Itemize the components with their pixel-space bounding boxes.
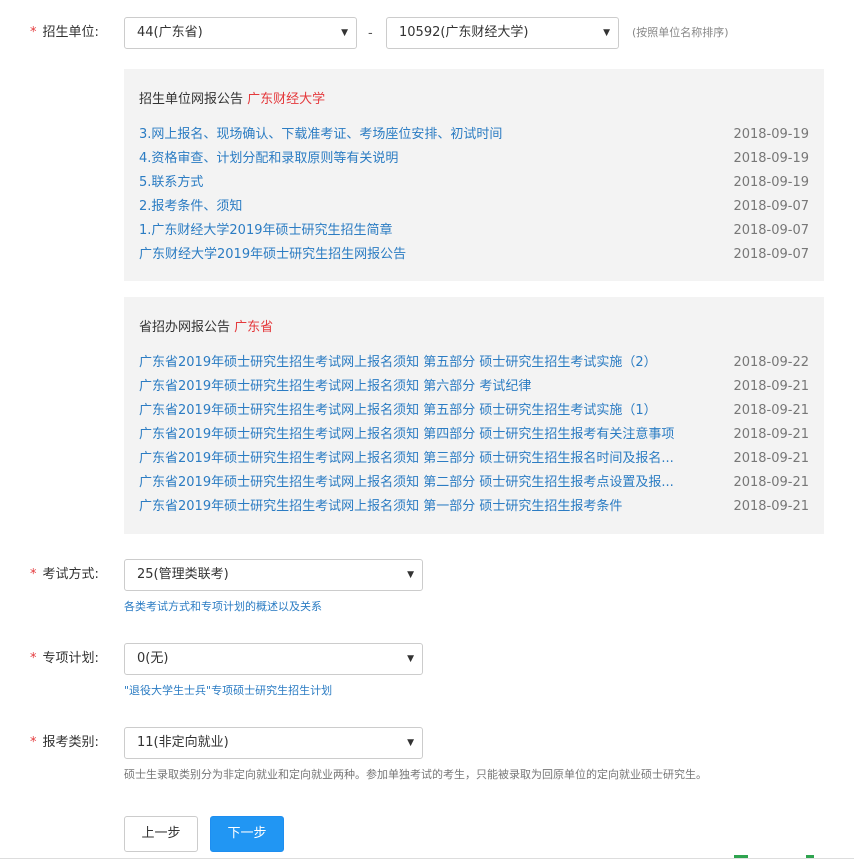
announcement-item: 广东财经大学2019年硕士研究生招生网报公告 2018-09-07 bbox=[139, 243, 809, 267]
announcement-link[interactable]: 广东省2019年硕士研究生招生考试网上报名须知 第六部分 考试纪律 bbox=[139, 375, 717, 399]
announcement-date: 2018-09-22 bbox=[733, 355, 809, 370]
chevron-down-icon: ▼ bbox=[407, 738, 414, 748]
announcement-item: 3.网上报名、现场确认、下载准考证、考场座位安排、初试时间 2018-09-19 bbox=[139, 123, 809, 147]
announcement-date: 2018-09-07 bbox=[733, 223, 809, 238]
panel-title: 省招办网报公告 广东省 bbox=[139, 320, 274, 335]
province-announcement-panel: 省招办网报公告 广东省 广东省2019年硕士研究生招生考试网上报名须知 第五部分… bbox=[124, 297, 824, 534]
announcement-link[interactable]: 广东省2019年硕士研究生招生考试网上报名须知 第三部分 硕士研究生招生报名时间… bbox=[139, 447, 717, 471]
announcement-date: 2018-09-21 bbox=[733, 403, 809, 418]
announcement-item: 4.资格审查、计划分配和录取原则等有关说明 2018-09-19 bbox=[139, 147, 809, 171]
announcement-item: 广东省2019年硕士研究生招生考试网上报名须知 第三部分 硕士研究生招生报名时间… bbox=[139, 447, 809, 471]
province-select[interactable]: 44(广东省) ▼ bbox=[124, 17, 357, 49]
announcement-date: 2018-09-21 bbox=[733, 427, 809, 442]
footer-divider bbox=[0, 858, 854, 859]
footer-marker bbox=[806, 855, 814, 858]
announcement-link[interactable]: 1.广东财经大学2019年硕士研究生招生简章 bbox=[139, 219, 717, 243]
announcement-link[interactable]: 5.联系方式 bbox=[139, 171, 717, 195]
range-dash: - bbox=[368, 26, 373, 41]
required-mark: * bbox=[30, 735, 37, 750]
chevron-down-icon: ▼ bbox=[407, 654, 414, 664]
announcement-date: 2018-09-19 bbox=[733, 127, 809, 142]
announcement-link[interactable]: 广东省2019年硕士研究生招生考试网上报名须知 第五部分 硕士研究生招生考试实施… bbox=[139, 399, 717, 423]
announcement-link[interactable]: 广东省2019年硕士研究生招生考试网上报名须知 第一部分 硕士研究生招生报考条件 bbox=[139, 495, 717, 519]
chevron-down-icon: ▼ bbox=[341, 28, 348, 38]
panel-title: 招生单位网报公告 广东财经大学 bbox=[139, 92, 326, 107]
category-label: * 报考类别: bbox=[30, 735, 99, 750]
announcement-date: 2018-09-07 bbox=[733, 199, 809, 214]
announcement-item: 广东省2019年硕士研究生招生考试网上报名须知 第一部分 硕士研究生招生报考条件… bbox=[139, 495, 809, 519]
special-plan-label: * 专项计划: bbox=[30, 651, 99, 666]
unit-label: * 招生单位: bbox=[30, 25, 99, 40]
footer-marker bbox=[734, 855, 748, 858]
prev-step-button[interactable]: 上一步 bbox=[124, 816, 198, 852]
announcement-link[interactable]: 广东财经大学2019年硕士研究生招生网报公告 bbox=[139, 243, 717, 267]
announcement-item: 1.广东财经大学2019年硕士研究生招生简章 2018-09-07 bbox=[139, 219, 809, 243]
announcement-date: 2018-09-07 bbox=[733, 247, 809, 262]
panel-title-accent: 广东省 bbox=[234, 320, 274, 335]
announcement-date: 2018-09-21 bbox=[733, 451, 809, 466]
announcement-item: 广东省2019年硕士研究生招生考试网上报名须知 第四部分 硕士研究生招生报考有关… bbox=[139, 423, 809, 447]
required-mark: * bbox=[30, 567, 37, 582]
chevron-down-icon: ▼ bbox=[603, 28, 610, 38]
announcement-link[interactable]: 4.资格审查、计划分配和录取原则等有关说明 bbox=[139, 147, 717, 171]
exam-mode-info-link[interactable]: 各类考试方式和专项计划的概述以及关系 bbox=[124, 599, 322, 615]
special-plan-select[interactable]: 0(无) ▼ bbox=[124, 643, 423, 675]
announcement-date: 2018-09-21 bbox=[733, 475, 809, 490]
announcement-link[interactable]: 2.报考条件、须知 bbox=[139, 195, 717, 219]
announcement-link[interactable]: 广东省2019年硕士研究生招生考试网上报名须知 第五部分 硕士研究生招生考试实施… bbox=[139, 351, 717, 375]
announcement-item: 广东省2019年硕士研究生招生考试网上报名须知 第六部分 考试纪律 2018-0… bbox=[139, 375, 809, 399]
school-announcement-panel: 招生单位网报公告 广东财经大学 3.网上报名、现场确认、下载准考证、考场座位安排… bbox=[124, 69, 824, 281]
announcement-date: 2018-09-21 bbox=[733, 379, 809, 394]
announcement-date: 2018-09-19 bbox=[733, 151, 809, 166]
required-mark: * bbox=[30, 651, 37, 666]
school-select[interactable]: 10592(广东财经大学) ▼ bbox=[386, 17, 619, 49]
announcement-item: 5.联系方式 2018-09-19 bbox=[139, 171, 809, 195]
required-mark: * bbox=[30, 25, 37, 40]
announcement-date: 2018-09-21 bbox=[733, 499, 809, 514]
announcement-link[interactable]: 广东省2019年硕士研究生招生考试网上报名须知 第四部分 硕士研究生招生报考有关… bbox=[139, 423, 717, 447]
exam-mode-select[interactable]: 25(管理类联考) ▼ bbox=[124, 559, 423, 591]
exam-mode-label: * 考试方式: bbox=[30, 567, 99, 582]
announcement-link[interactable]: 3.网上报名、现场确认、下载准考证、考场座位安排、初试时间 bbox=[139, 123, 717, 147]
announcement-item: 2.报考条件、须知 2018-09-07 bbox=[139, 195, 809, 219]
next-step-button[interactable]: 下一步 bbox=[210, 816, 284, 852]
announcement-date: 2018-09-19 bbox=[733, 175, 809, 190]
panel-title-accent: 广东财经大学 bbox=[247, 92, 326, 107]
announcement-item: 广东省2019年硕士研究生招生考试网上报名须知 第五部分 硕士研究生招生考试实施… bbox=[139, 351, 809, 375]
special-plan-info-link[interactable]: "退役大学生士兵"专项硕士研究生招生计划 bbox=[124, 683, 332, 699]
announcement-link[interactable]: 广东省2019年硕士研究生招生考试网上报名须知 第二部分 硕士研究生招生报考点设… bbox=[139, 471, 717, 495]
sort-hint: (按照单位名称排序) bbox=[632, 26, 729, 39]
chevron-down-icon: ▼ bbox=[407, 570, 414, 580]
announcement-item: 广东省2019年硕士研究生招生考试网上报名须知 第二部分 硕士研究生招生报考点设… bbox=[139, 471, 809, 495]
category-select[interactable]: 11(非定向就业) ▼ bbox=[124, 727, 423, 759]
category-note: 硕士生录取类别分为非定向就业和定向就业两种。参加单独考试的考生，只能被录取为回原… bbox=[124, 768, 707, 781]
announcement-item: 广东省2019年硕士研究生招生考试网上报名须知 第五部分 硕士研究生招生考试实施… bbox=[139, 399, 809, 423]
